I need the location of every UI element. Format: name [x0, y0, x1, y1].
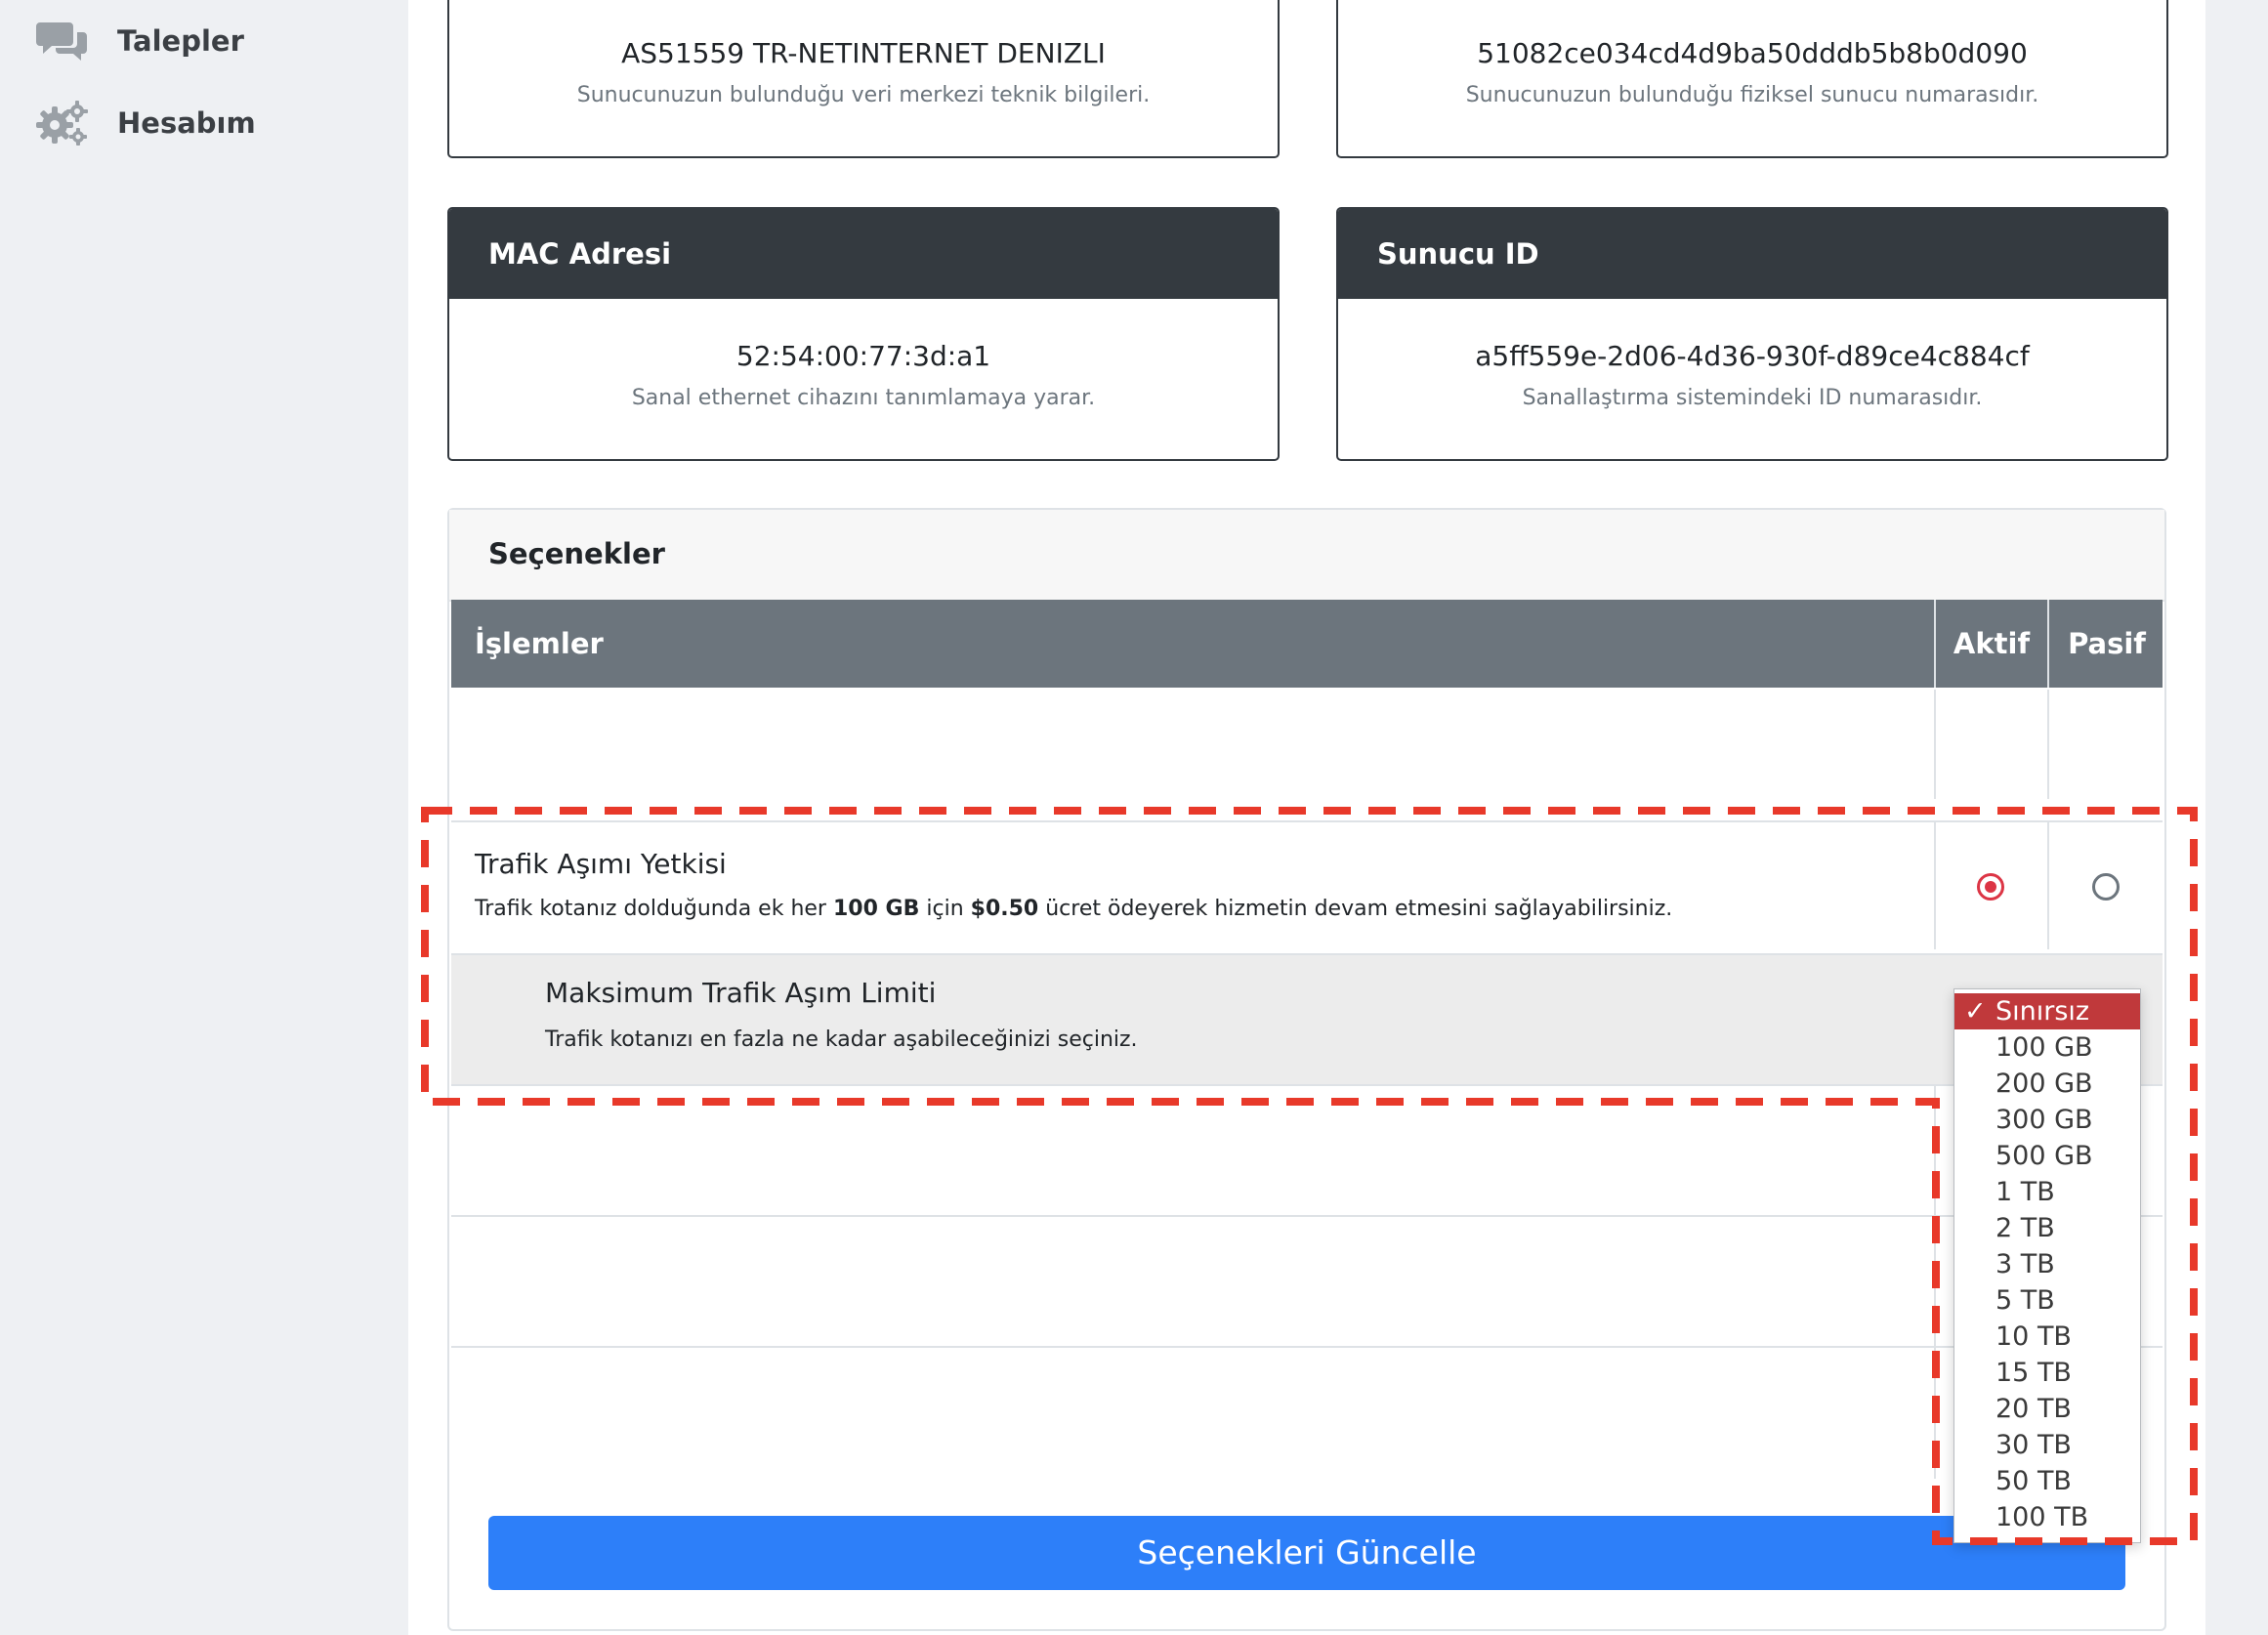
column-operations: İşlemler	[475, 627, 604, 660]
host-desc: Sunucunuzun bulunduğu fiziksel sunucu nu…	[1465, 83, 2039, 107]
options-title: Seçenekler	[488, 537, 665, 570]
dropdown-option[interactable]: 100 TB	[1954, 1499, 2140, 1535]
max-overage-desc: Trafik kotanızı en fazla ne kadar aşabil…	[545, 1027, 1138, 1052]
dropdown-option[interactable]: 300 GB	[1954, 1102, 2140, 1138]
options-panel: Seçenekler İşlemler Aktif Pasif Trafik A…	[447, 508, 2166, 1631]
traffic-overage-row: Trafik Aşımı Yetkisi Trafik kotanız dold…	[451, 820, 2163, 949]
gears-icon	[35, 96, 90, 150]
options-table-header: İşlemler Aktif Pasif	[451, 600, 2163, 688]
chat-bubbles-icon	[35, 14, 90, 68]
traffic-overage-desc: Trafik kotanız dolduğunda ek her 100 GB …	[475, 897, 1673, 921]
traffic-overage-active-radio[interactable]	[1977, 873, 2004, 901]
server-id-value: a5ff559e-2d06-4d36-930f-d89ce4c884cf	[1475, 340, 2030, 372]
sidebar-item-hesabim[interactable]: Hesabım	[35, 96, 256, 150]
dropdown-option[interactable]: 50 TB	[1954, 1463, 2140, 1499]
table-row	[451, 1084, 2163, 1217]
table-row	[451, 1346, 2163, 1479]
update-options-button[interactable]: Seçenekleri Güncelle	[488, 1516, 2125, 1590]
datacenter-card: AS51559 TR-NETINTERNET DENIZLI Sunucunuz…	[447, 0, 1280, 158]
dropdown-option[interactable]: 100 GB	[1954, 1029, 2140, 1066]
column-active: Aktif	[1934, 600, 2047, 688]
host-card: 51082ce034cd4d9ba50dddb5b8b0d090 Sunucun…	[1336, 0, 2168, 158]
max-overage-row: Maksimum Trafik Aşım Limiti Trafik kotan…	[451, 953, 2163, 1084]
mac-card: MAC Adresi 52:54:00:77:3d:a1 Sanal ether…	[447, 207, 1280, 461]
options-header: Seçenekler	[449, 510, 2164, 602]
dropdown-option[interactable]: 5 TB	[1954, 1282, 2140, 1319]
mac-card-title: MAC Adresi	[449, 209, 1278, 299]
server-id-card-title: Sunucu ID	[1338, 209, 2166, 299]
dropdown-option[interactable]: 200 GB	[1954, 1066, 2140, 1102]
max-overage-select-dropdown[interactable]: Sınırsız100 GB200 GB300 GB500 GB1 TB2 TB…	[1953, 988, 2141, 1543]
server-id-desc: Sanallaştırma sistemindeki ID numarasıdı…	[1522, 386, 1983, 410]
dropdown-option[interactable]: 3 TB	[1954, 1246, 2140, 1282]
table-row	[451, 690, 2163, 799]
host-value: 51082ce034cd4d9ba50dddb5b8b0d090	[1477, 37, 2028, 69]
traffic-overage-passive-radio[interactable]	[2092, 873, 2120, 901]
table-row	[451, 1215, 2163, 1348]
column-passive: Pasif	[2047, 600, 2164, 688]
dropdown-option[interactable]: 20 TB	[1954, 1391, 2140, 1427]
mac-desc: Sanal ethernet cihazını tanımlamaya yara…	[631, 386, 1096, 410]
sidebar: Talepler Hesabım	[0, 0, 408, 1635]
dropdown-option[interactable]: 2 TB	[1954, 1210, 2140, 1246]
max-overage-title: Maksimum Trafik Aşım Limiti	[545, 977, 937, 1009]
server-id-card: Sunucu ID a5ff559e-2d06-4d36-930f-d89ce4…	[1336, 207, 2168, 461]
dropdown-option[interactable]: 500 GB	[1954, 1138, 2140, 1174]
sidebar-item-label: Talepler	[117, 24, 244, 58]
mac-value: 52:54:00:77:3d:a1	[735, 340, 991, 372]
sidebar-item-talepler[interactable]: Talepler	[35, 14, 244, 68]
dropdown-option[interactable]: 15 TB	[1954, 1355, 2140, 1391]
traffic-overage-title: Trafik Aşımı Yetkisi	[475, 848, 727, 880]
sidebar-item-label: Hesabım	[117, 106, 256, 140]
dropdown-option[interactable]: Sınırsız	[1954, 993, 2140, 1029]
dropdown-option[interactable]: 30 TB	[1954, 1427, 2140, 1463]
dropdown-option[interactable]: 1 TB	[1954, 1174, 2140, 1210]
datacenter-desc: Sunucunuzun bulunduğu veri merkezi tekni…	[576, 83, 1151, 107]
dropdown-option[interactable]: 10 TB	[1954, 1319, 2140, 1355]
datacenter-value: AS51559 TR-NETINTERNET DENIZLI	[621, 37, 1106, 69]
